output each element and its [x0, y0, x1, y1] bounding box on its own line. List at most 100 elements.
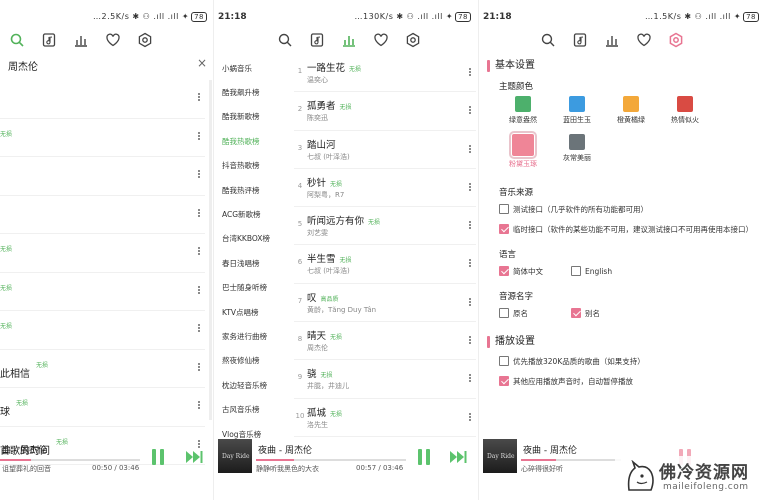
ranking-nav-item[interactable]: 巴士随身听榜 — [214, 276, 294, 300]
list-item[interactable]: 3 踏山河 七叔 (叶泽浩) — [294, 131, 476, 169]
list-item[interactable]: 无损 — [0, 273, 205, 311]
list-item[interactable]: 5 听闻远方有你 无损 刘艺雯 — [294, 207, 476, 246]
list-item[interactable]: 7 叹高品质 黄龄，Tăng Duy Tân — [294, 284, 476, 323]
ranking-nav-item[interactable]: ACG新歌榜 — [214, 202, 294, 226]
list-item[interactable]: 无损 — [0, 311, 205, 350]
list-item[interactable]: 无损 — [0, 234, 205, 273]
checkbox[interactable] — [499, 266, 509, 276]
list-item[interactable] — [0, 80, 205, 119]
ranking-nav-item[interactable]: 酷我热评榜 — [214, 178, 294, 202]
list-item[interactable]: 1 一路生花 无损 温奕心 — [294, 54, 476, 93]
checkbox[interactable] — [499, 356, 509, 366]
ranking-nav-item[interactable]: 酷我飙升榜 — [214, 80, 294, 104]
more-options-icon[interactable] — [469, 220, 472, 230]
ranking-nav-item[interactable]: 酷我新歌榜 — [214, 105, 294, 129]
list-item[interactable] — [0, 196, 205, 234]
chart-icon[interactable] — [603, 31, 621, 49]
more-options-icon[interactable] — [469, 297, 472, 307]
theme-swatch[interactable]: 粉黛玉琢 — [497, 131, 549, 169]
music-file-icon[interactable] — [308, 31, 326, 49]
music-file-icon[interactable] — [571, 31, 589, 49]
more-options-icon[interactable] — [469, 335, 472, 345]
checkbox[interactable] — [499, 224, 509, 234]
more-options-icon[interactable] — [469, 67, 472, 77]
checkbox-option[interactable]: 其他应用播放声音时，自动暂停播放 — [487, 376, 757, 390]
list-item[interactable]: 10 孤城 无损 洛先生 — [294, 399, 476, 437]
more-options-icon[interactable] — [469, 412, 472, 422]
search-input[interactable]: 周杰伦 — [8, 58, 38, 73]
checkbox[interactable] — [571, 266, 581, 276]
ranking-nav-item[interactable]: 枕边轻音乐榜 — [214, 373, 294, 397]
album-cover[interactable]: Day Ride — [483, 439, 517, 473]
list-item[interactable]: 8 晴天 无损 周杰伦 — [294, 322, 476, 361]
ranking-nav-item[interactable]: 春日浅唱榜 — [214, 251, 294, 275]
list-item[interactable]: 9 骁无损 井胧，井迪儿 — [294, 360, 476, 399]
album-cover[interactable]: Day Ride — [218, 439, 252, 473]
checkbox[interactable] — [571, 308, 581, 318]
checkbox-option[interactable]: English — [559, 266, 612, 280]
theme-swatch[interactable]: 绿意盎然 — [497, 96, 549, 125]
checkbox-option[interactable]: 简体中文 — [487, 266, 543, 280]
list-item[interactable]: 无损 — [0, 119, 205, 157]
ranking-nav-item[interactable]: 熬夜修仙榜 — [214, 349, 294, 373]
list-item[interactable]: 此相信 无损 — [0, 350, 205, 388]
checkbox-option[interactable]: 别名 — [559, 308, 600, 322]
music-file-icon[interactable] — [40, 31, 58, 49]
scrollbar[interactable] — [209, 80, 212, 420]
clear-search-icon[interactable]: × — [197, 56, 207, 70]
ranking-nav-item[interactable]: 台湾KKBOX榜 — [214, 227, 294, 251]
more-options-icon[interactable] — [198, 362, 201, 372]
heart-icon[interactable] — [372, 31, 390, 49]
ranking-nav-item[interactable]: 酷我热歌榜 — [214, 129, 294, 153]
ranking-nav-item[interactable]: 小蜗音乐 — [214, 56, 294, 80]
list-item[interactable]: 球无损 — [0, 388, 205, 427]
search-icon[interactable] — [276, 31, 294, 49]
search-bar[interactable]: 周杰伦 × — [0, 56, 213, 74]
more-options-icon[interactable] — [198, 400, 201, 410]
more-options-icon[interactable] — [469, 373, 472, 383]
theme-swatch[interactable]: 蓝田生玉 — [551, 96, 603, 125]
more-options-icon[interactable] — [198, 131, 201, 141]
theme-swatch[interactable]: 橙黄橘绿 — [605, 96, 657, 125]
progress-bar[interactable] — [256, 459, 406, 461]
search-icon[interactable] — [8, 31, 26, 49]
list-item[interactable]: 4 秒针 无损 阿梨粤，R7 — [294, 169, 476, 208]
next-track-icon[interactable] — [186, 450, 204, 464]
theme-swatch[interactable]: 热情似火 — [659, 96, 711, 125]
chart-icon[interactable] — [340, 31, 358, 49]
more-options-icon[interactable] — [198, 285, 201, 295]
ranking-nav-item[interactable]: 古风音乐榜 — [214, 397, 294, 421]
pause-button[interactable] — [418, 449, 430, 465]
list-item[interactable] — [0, 157, 205, 196]
list-item[interactable]: 2 孤勇者 无损 陈奕迅 — [294, 92, 476, 131]
search-icon[interactable] — [539, 31, 557, 49]
more-options-icon[interactable] — [469, 258, 472, 268]
pause-button[interactable] — [152, 449, 164, 465]
more-options-icon[interactable] — [198, 208, 201, 218]
theme-swatch[interactable]: 灰常美丽 — [551, 134, 603, 163]
list-item[interactable]: 6 半生雪 无损 七叔 (叶泽浩) — [294, 245, 476, 284]
more-options-icon[interactable] — [198, 323, 201, 333]
heart-icon[interactable] — [104, 31, 122, 49]
more-options-icon[interactable] — [469, 182, 472, 192]
more-options-icon[interactable] — [198, 246, 201, 256]
settings-icon[interactable] — [136, 31, 154, 49]
more-options-icon[interactable] — [198, 92, 201, 102]
progress-bar[interactable] — [521, 459, 621, 461]
more-options-icon[interactable] — [469, 105, 472, 115]
checkbox[interactable] — [499, 204, 509, 214]
checkbox-option[interactable]: 原名 — [487, 308, 528, 322]
heart-icon[interactable] — [635, 31, 653, 49]
ranking-nav-item[interactable]: KTV点唱榜 — [214, 300, 294, 324]
more-options-icon[interactable] — [469, 144, 472, 154]
checkbox-option[interactable]: 优先播放320K品质的歌曲（如果支持） — [487, 356, 757, 370]
checkbox[interactable] — [499, 308, 509, 318]
chart-icon[interactable] — [72, 31, 90, 49]
checkbox-option[interactable]: 临时接口（软件的某些功能不可用，建议测试接口不可用再使用本接口） — [487, 224, 757, 238]
ranking-nav-item[interactable]: 家务进行曲榜 — [214, 324, 294, 348]
checkbox-option[interactable]: 测试接口（几乎软件的所有功能都可用） — [487, 204, 757, 218]
more-options-icon[interactable] — [198, 169, 201, 179]
settings-icon[interactable] — [404, 31, 422, 49]
ranking-nav-item[interactable]: 抖音热歌榜 — [214, 154, 294, 178]
progress-bar[interactable] — [0, 459, 140, 461]
